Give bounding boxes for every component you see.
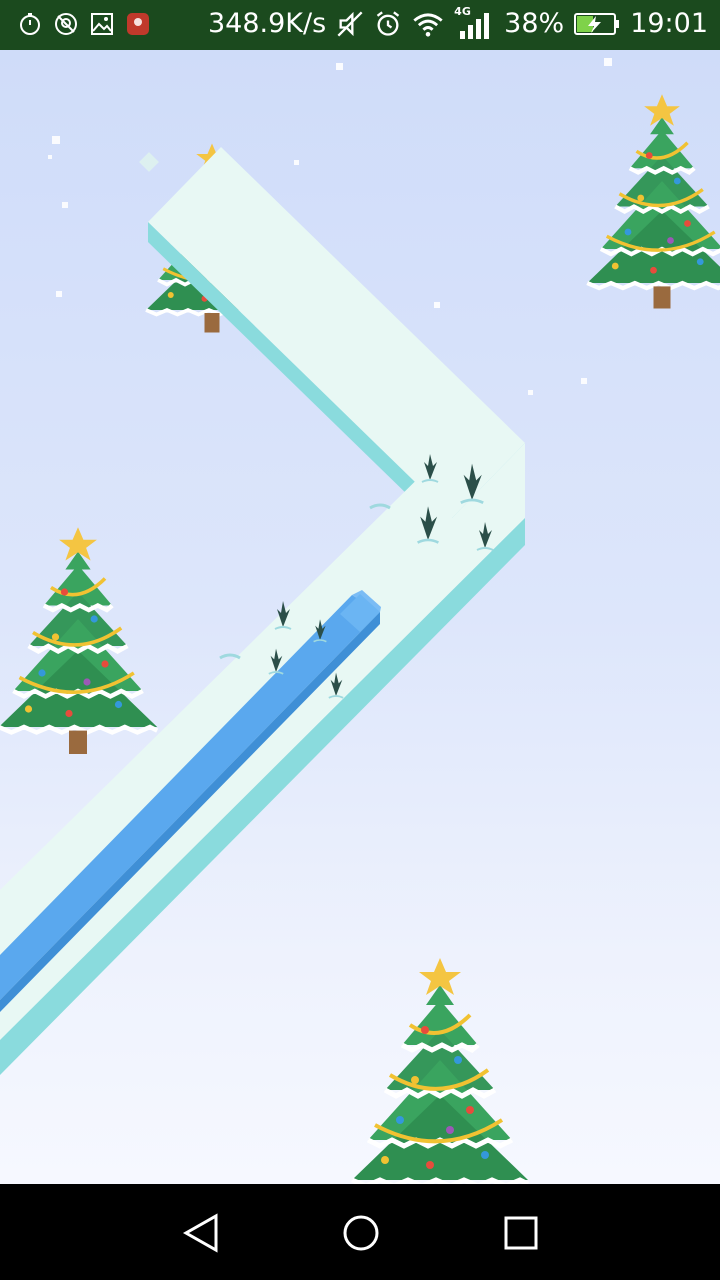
huawei-app-icon — [127, 13, 149, 35]
clock: 19:01 — [630, 8, 708, 39]
battery-percent: 38% — [504, 8, 565, 39]
christmas-tree-top-right — [587, 94, 720, 308]
stopwatch-icon — [20, 13, 40, 35]
no-location-icon — [55, 13, 77, 35]
christmas-tree-bottom — [352, 958, 528, 1184]
home-icon[interactable] — [340, 1212, 382, 1254]
battery-charging-icon — [574, 12, 620, 35]
signal-icon: 4G — [454, 5, 494, 39]
game-scene — [0, 58, 720, 1184]
ice-path-upper — [148, 147, 525, 538]
wifi-icon — [413, 12, 443, 37]
back-icon[interactable] — [180, 1212, 222, 1254]
game-canvas[interactable] — [0, 50, 720, 1184]
alarm-icon — [376, 10, 400, 36]
net-speed: 348.9K/s — [208, 8, 327, 39]
mute-icon — [337, 11, 363, 36]
status-bar: 348.9K/s 4G 38% 19:01 — [0, 0, 720, 50]
navigation-bar — [0, 1184, 720, 1280]
recents-icon[interactable] — [500, 1212, 542, 1254]
gallery-icon — [91, 13, 113, 35]
christmas-tree-left — [0, 527, 157, 754]
